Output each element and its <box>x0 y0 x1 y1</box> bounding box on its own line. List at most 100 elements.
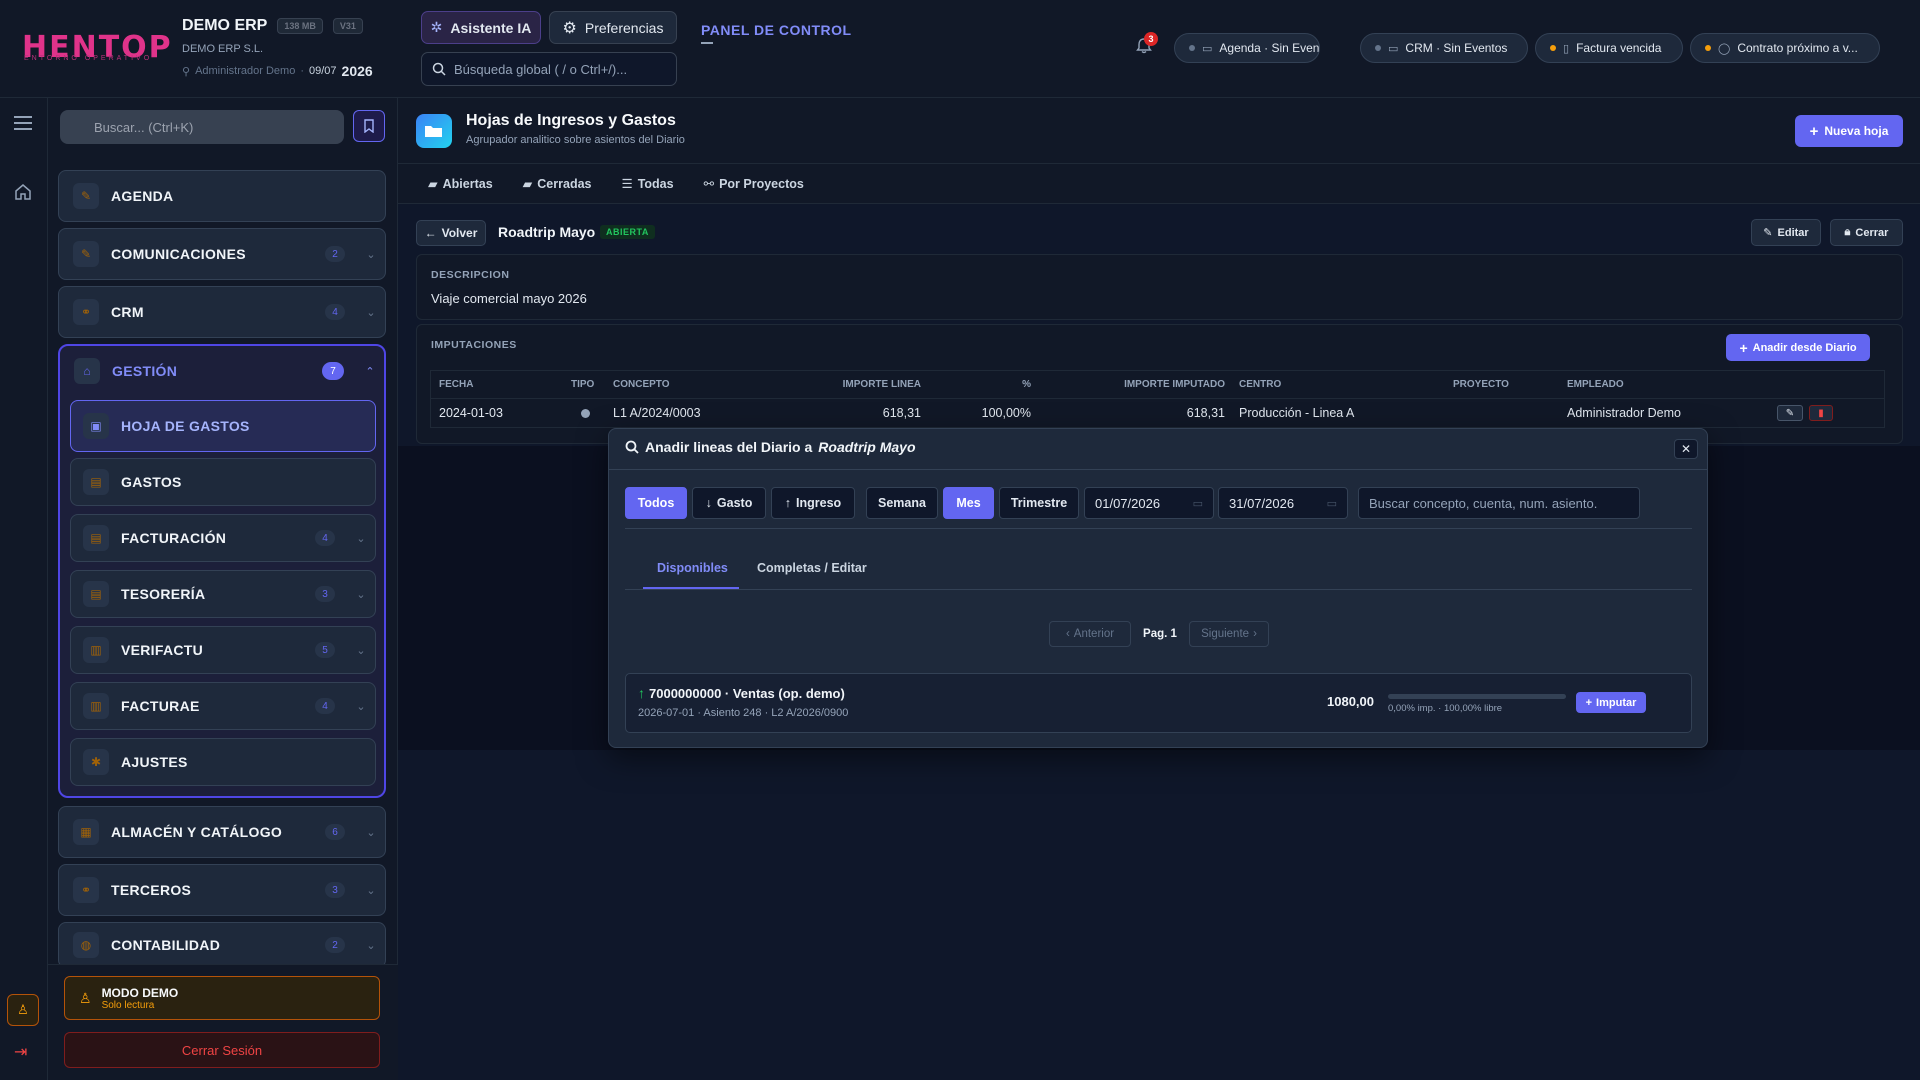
notification-label: Factura vencida <box>1576 41 1662 55</box>
sidebar-item-label: GESTIÓN <box>112 363 178 379</box>
column-header: CENTRO <box>1239 379 1282 390</box>
arrow-up-icon: ↑ <box>784 496 792 510</box>
logout-icon[interactable]: ⇥ <box>14 1042 27 1062</box>
control-panel-link[interactable]: PANEL DE CONTROL <box>701 22 852 38</box>
sparkle-icon: ✲ <box>430 19 443 35</box>
tab-todas[interactable]: ☰ Todas <box>621 176 674 192</box>
sidebar-item-label: COMUNICACIONES <box>111 246 246 262</box>
logout-button[interactable]: Cerrar Sesión <box>64 1032 380 1068</box>
notification-agenda[interactable]: ▭ Agenda · Sin Eventos <box>1174 33 1320 63</box>
column-header: FECHA <box>439 379 474 390</box>
sidebar-item-almacen[interactable]: ▦ ALMACÉN Y CATÁLOGO 6 ⌄ <box>58 806 386 858</box>
sidebar-item-comunicaciones[interactable]: ✎ COMUNICACIONES 2 ⌄ <box>58 228 386 280</box>
date-to-value: 31/07/2026 <box>1229 495 1295 511</box>
sidebar-item-hoja-de-gastos[interactable]: ▣ HOJA DE GASTOS <box>70 400 376 452</box>
imputar-button[interactable]: + Imputar <box>1576 692 1646 713</box>
sidebar-item-label: FACTURAE <box>121 698 200 714</box>
filter-gasto-button[interactable]: ↓ Gasto <box>692 487 766 519</box>
folder-open-icon: ▰ <box>428 177 438 191</box>
trash-icon: ▮ <box>1809 405 1833 421</box>
preferences-label: Preferencias <box>584 19 664 36</box>
chevron-down-icon: ⌄ <box>356 700 366 713</box>
notification-label: Agenda · Sin Eventos <box>1219 41 1320 55</box>
period-trimestre-button[interactable]: Trimestre <box>999 487 1079 519</box>
sidebar-item-crm[interactable]: ⚭ CRM 4 ⌄ <box>58 286 386 338</box>
bookmark-icon[interactable] <box>353 110 385 142</box>
global-search-input[interactable]: Búsqueda global ( / o Ctrl+/)... <box>421 52 677 86</box>
modal-search-placeholder: Buscar concepto, cuenta, num. asiento. <box>1369 495 1598 511</box>
row-importe-linea: 618,31 <box>882 406 921 420</box>
sidebar-item-gastos[interactable]: ▤ GASTOS <box>70 458 376 506</box>
sidebar-item-agenda[interactable]: ✎ AGENDA <box>58 170 386 222</box>
close-icon[interactable]: ✕ <box>1674 439 1698 459</box>
description-card: DESCRIPCION Viaje comercial mayo 2026 <box>416 254 1903 320</box>
sidebar-item-terceros[interactable]: ⚭ TERCEROS 3 ⌄ <box>58 864 386 916</box>
line-account-name: 7000000000 · Ventas (op. demo) <box>649 685 845 701</box>
menu-icon[interactable] <box>14 116 32 133</box>
modal-search-input[interactable]: Buscar concepto, cuenta, num. asiento. <box>1358 487 1640 519</box>
description-label: DESCRIPCION <box>431 269 510 281</box>
notification-contract[interactable]: ◯ Contrato próximo a v... <box>1690 33 1880 63</box>
communications-icon: ✎ <box>73 241 99 267</box>
flask-icon[interactable]: ♙ <box>7 994 39 1026</box>
ai-assistant-button[interactable]: ✲ Asistente IA <box>421 11 541 44</box>
pager-previous-button[interactable]: ‹ Anterior <box>1049 621 1131 647</box>
notification-invoice[interactable]: ▯ Factura vencida <box>1535 33 1683 63</box>
settings-icon: ✱ <box>83 749 109 775</box>
arrow-left-icon: ← <box>424 226 437 240</box>
add-from-diario-button[interactable]: + Anadir desde Diario <box>1726 334 1870 361</box>
sidebar-item-gestion[interactable]: ⌂ GESTIÓN 7 ⌃ <box>60 346 384 396</box>
version-chip: V31 <box>332 18 363 34</box>
demo-mode-banner: ♙ MODO DEMO Solo lectura <box>64 976 380 1020</box>
back-label: Volver <box>441 226 478 240</box>
filter-todos-button[interactable]: Todos <box>625 487 687 519</box>
date-from-input[interactable]: 01/07/2026 ▭ <box>1084 487 1214 519</box>
column-header: TIPO <box>571 379 595 390</box>
table-row: 2024-01-03 L1 A/2024/0003 618,31 100,00%… <box>430 398 1885 428</box>
pager-next-button[interactable]: Siguiente › <box>1189 621 1269 647</box>
date-to-input[interactable]: 31/07/2026 ▭ <box>1218 487 1348 519</box>
notification-crm[interactable]: ▭ CRM · Sin Eventos <box>1360 33 1528 63</box>
delete-row-button[interactable]: ▮ <box>1809 399 1833 427</box>
lock-icon: 🔒︎ <box>1844 226 1851 238</box>
sidebar-item-label: TESORERÍA <box>121 586 206 602</box>
close-sheet-button[interactable]: 🔒︎ Cerrar <box>1830 219 1903 246</box>
sidebar-item-facturae[interactable]: ▥ FACTURAE 4 ⌄ <box>70 682 376 730</box>
demo-mode-text: MODO DEMO Solo lectura <box>102 986 179 1011</box>
period-mes-button[interactable]: Mes <box>943 487 994 519</box>
chevron-down-icon: ⌄ <box>356 588 366 601</box>
sidebar-search-input[interactable]: Buscar... (Ctrl+K) <box>60 110 344 144</box>
line-meta: 2026-07-01 · Asiento 248 · L2 A/2026/090… <box>638 707 849 719</box>
close-label: Cerrar <box>1855 226 1889 239</box>
sidebar-item-contabilidad[interactable]: ◍ CONTABILIDAD 2 ⌄ <box>58 922 386 968</box>
tab-completas[interactable]: Completas / Editar <box>757 561 867 575</box>
date-from-value: 01/07/2026 <box>1095 495 1161 511</box>
new-sheet-button[interactable]: + Nueva hoja <box>1795 115 1903 147</box>
tab-label: Todas <box>637 176 674 191</box>
home-icon[interactable] <box>13 182 33 205</box>
period-semana-button[interactable]: Semana <box>866 487 938 519</box>
edit-row-button[interactable]: ✎ <box>1777 399 1803 427</box>
plus-icon: + <box>1739 339 1748 356</box>
count-badge: 6 <box>325 824 345 840</box>
tab-disponibles[interactable]: Disponibles <box>657 561 728 575</box>
chevron-down-icon: ⌄ <box>366 939 376 952</box>
invoice-icon: ▤ <box>83 525 109 551</box>
edit-button[interactable]: ✎ Editar <box>1751 219 1821 246</box>
back-button[interactable]: ← Volver <box>416 220 486 246</box>
filter-ingreso-button[interactable]: ↑ Ingreso <box>771 487 855 519</box>
preferences-button[interactable]: ⚙ Preferencias <box>549 11 677 44</box>
column-header: IMPORTE LINEA <box>842 379 921 390</box>
chevron-down-icon: ⌄ <box>366 884 376 897</box>
chevron-left-icon: ‹ <box>1065 628 1070 640</box>
tab-abiertas[interactable]: ▰ Abiertas <box>428 176 493 192</box>
sidebar-item-ajustes[interactable]: ✱ AJUSTES <box>70 738 376 786</box>
sidebar-item-facturacion[interactable]: ▤ FACTURACIÓN 4 ⌄ <box>70 514 376 562</box>
sidebar-item-tesoreria[interactable]: ▤ TESORERÍA 3 ⌄ <box>70 570 376 618</box>
sidebar-item-verifactu[interactable]: ▥ VERIFACTU 5 ⌄ <box>70 626 376 674</box>
flask-icon: ♙ <box>79 989 92 1006</box>
tab-por-proyectos[interactable]: ⚯ Por Proyectos <box>704 176 804 192</box>
sidebar-item-label: CRM <box>111 304 144 320</box>
expenses-icon: ▤ <box>83 469 109 495</box>
tab-cerradas[interactable]: ▰ Cerradas <box>523 176 592 192</box>
